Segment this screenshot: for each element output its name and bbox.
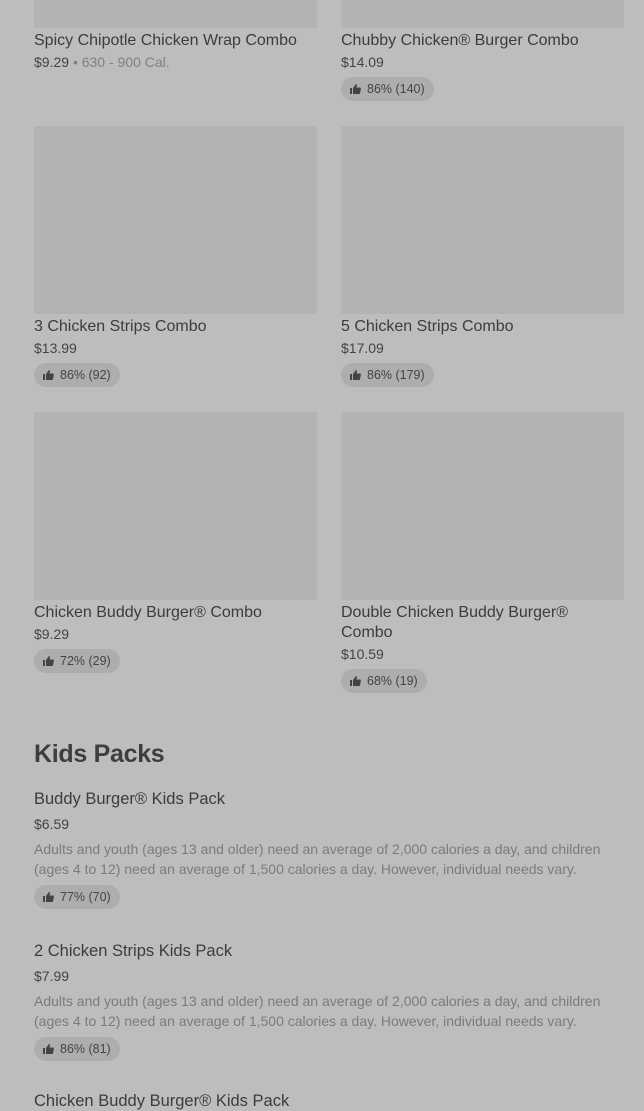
- item-price: $13.99: [34, 340, 77, 356]
- menu-item-card[interactable]: Chubby Chicken® Burger Combo $14.09 86% …: [341, 0, 624, 101]
- rating-text: 86% (140): [367, 82, 425, 96]
- item-image: [341, 412, 624, 600]
- rating-text: 86% (81): [60, 1042, 111, 1056]
- item-title: Chicken Buddy Burger® Combo: [34, 604, 262, 621]
- kids-pack-item[interactable]: 2 Chicken Strips Kids Pack $7.99 Adults …: [34, 941, 614, 1061]
- item-calories: 630 - 900 Cal.: [81, 54, 170, 70]
- item-price-line: $9.29 • 630 - 900 Cal.: [34, 53, 317, 71]
- item-image: [34, 126, 317, 314]
- item-price: $6.59: [34, 816, 70, 832]
- rating-text: 72% (29): [60, 654, 111, 668]
- thumbs-up-icon: [43, 892, 54, 902]
- kids-pack-item[interactable]: Buddy Burger® Kids Pack $6.59 Adults and…: [34, 789, 614, 909]
- item-image: [341, 126, 624, 314]
- item-title: 2 Chicken Strips Kids Pack: [34, 942, 233, 960]
- item-price: $10.59: [341, 646, 384, 662]
- item-title: Chicken Buddy Burger® Kids Pack: [34, 1092, 290, 1110]
- menu-item-card[interactable]: 3 Chicken Strips Combo $13.99 86% (92): [34, 126, 317, 387]
- item-description: Adults and youth (ages 13 and older) nee…: [34, 841, 601, 877]
- rating-badge: 77% (70): [34, 885, 120, 909]
- item-image: [341, 0, 624, 28]
- thumbs-up-icon: [43, 370, 54, 380]
- item-description: Adults and youth (ages 13 and older) nee…: [34, 993, 601, 1029]
- item-price: $9.29: [34, 626, 70, 642]
- item-image: [34, 0, 317, 28]
- item-price: $17.09: [341, 340, 384, 356]
- item-price: $9.29: [34, 54, 70, 70]
- item-title: 3 Chicken Strips Combo: [34, 318, 207, 335]
- item-price: $14.09: [341, 54, 384, 70]
- rating-text: 77% (70): [60, 890, 111, 904]
- separator-dot: •: [72, 54, 82, 70]
- thumbs-up-icon: [43, 1044, 54, 1054]
- item-title: Double Chicken Buddy Burger® Combo: [341, 604, 569, 641]
- section-title: Kids Packs: [34, 740, 165, 768]
- thumbs-up-icon: [350, 84, 361, 94]
- rating-badge: 86% (179): [341, 363, 434, 387]
- item-title: Chubby Chicken® Burger Combo: [341, 32, 579, 49]
- thumbs-up-icon: [350, 676, 361, 686]
- thumbs-up-icon: [43, 656, 54, 666]
- rating-badge: 86% (81): [34, 1037, 120, 1061]
- menu-item-card[interactable]: Chicken Buddy Burger® Combo $9.29 72% (2…: [34, 412, 317, 673]
- item-image: [34, 412, 317, 600]
- item-price: $7.99: [34, 968, 70, 984]
- rating-badge: 72% (29): [34, 649, 120, 673]
- rating-badge: 86% (92): [34, 363, 120, 387]
- item-title: 5 Chicken Strips Combo: [341, 318, 514, 335]
- rating-text: 68% (19): [367, 674, 418, 688]
- menu-item-card[interactable]: Double Chicken Buddy Burger® Combo $10.5…: [341, 412, 624, 693]
- item-title: Buddy Burger® Kids Pack: [34, 790, 225, 808]
- rating-badge: 86% (140): [341, 77, 434, 101]
- kids-pack-item[interactable]: Chicken Buddy Burger® Kids Pack: [34, 1091, 614, 1111]
- item-title: Spicy Chipotle Chicken Wrap Combo: [34, 32, 297, 49]
- rating-badge: 68% (19): [341, 669, 427, 693]
- menu-item-card[interactable]: Spicy Chipotle Chicken Wrap Combo $9.29 …: [34, 0, 317, 71]
- thumbs-up-icon: [350, 370, 361, 380]
- rating-text: 86% (179): [367, 368, 425, 382]
- menu-item-card[interactable]: 5 Chicken Strips Combo $17.09 86% (179): [341, 126, 624, 387]
- rating-text: 86% (92): [60, 368, 111, 382]
